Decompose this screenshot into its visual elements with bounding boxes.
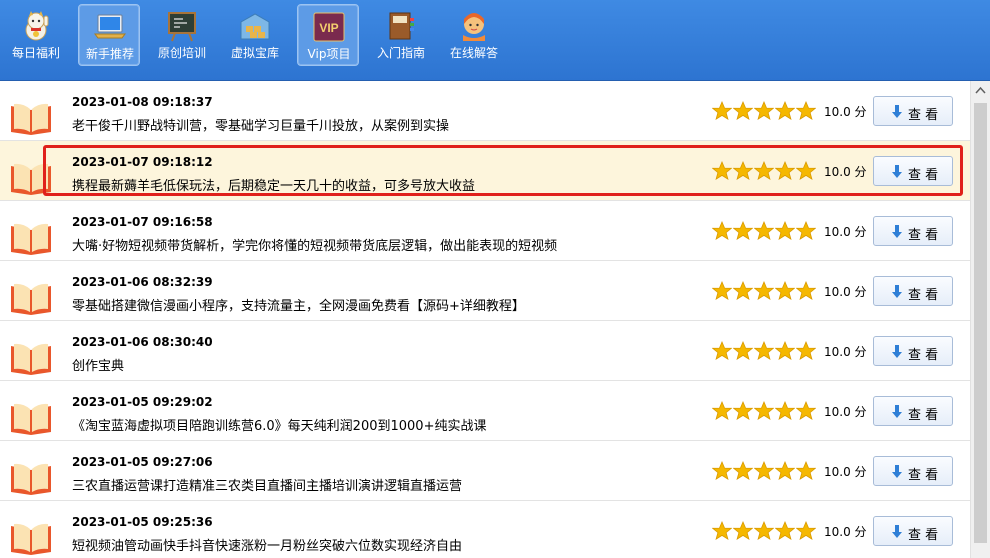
toolbar-item-label: 虚拟宝库 [230, 46, 279, 60]
download-arrow-icon [892, 285, 902, 298]
toolbar-item-vip-projects[interactable]: VIP Vip项目 [297, 4, 359, 66]
toolbar-item-label: 在线解答 [449, 46, 498, 60]
open-book-icon [11, 343, 51, 375]
item-title[interactable]: 短视频油管动画快手抖音快速涨粉一月粉丝突破六位数实现经济自由 [72, 535, 462, 554]
item-date: 2023-01-05 09:27:06 [72, 455, 213, 469]
toolbar-item-original-training[interactable]: 原创培训 [151, 4, 213, 66]
toolbar-item-beginner-recommend[interactable]: 新手推荐 [78, 4, 140, 66]
vip-icon: VIP [313, 12, 345, 42]
download-arrow-icon [892, 405, 902, 418]
item-title[interactable]: 三农直播运营课打造精准三农类目直播间主播培训演讲逻辑直播运营 [72, 475, 462, 494]
rating-stars [712, 461, 816, 480]
list-item[interactable]: 2023-01-07 09:16:58 大嘴·好物短视频带货解析，学完你将懂的短… [0, 201, 970, 261]
view-button-label: 查 看 [908, 288, 939, 303]
view-button[interactable]: 查 看 [873, 336, 953, 366]
toolbar-item-daily-welfare[interactable]: 每日福利 [5, 4, 67, 66]
download-arrow-icon [892, 525, 902, 538]
view-button-label: 查 看 [908, 468, 939, 483]
list-item[interactable]: 2023-01-06 08:30:40 创作宝典 10.0 分 查 看 [0, 321, 970, 381]
support-agent-icon [463, 13, 485, 41]
view-button-label: 查 看 [908, 108, 939, 123]
open-book-icon [11, 283, 51, 315]
rating-score: 10.0 分 [824, 465, 867, 479]
warehouse-icon [240, 13, 270, 40]
item-title[interactable]: 大嘴·好物短视频带货解析，学完你将懂的短视频带货底层逻辑，做出能表现的短视频 [72, 235, 557, 254]
scroll-up-arrow-icon[interactable] [971, 81, 990, 101]
rating-stars [712, 341, 816, 360]
list-item[interactable]: 2023-01-05 09:29:02 《淘宝蓝海虚拟项目陪跑训练营6.0》每天… [0, 381, 970, 441]
toolbar-item-label: Vip项目 [307, 47, 351, 61]
item-date: 2023-01-06 08:30:40 [72, 335, 213, 349]
item-date: 2023-01-06 08:32:39 [72, 275, 213, 289]
resource-list: 2023-01-08 09:18:37 老干俊千川野战特训营，零基础学习巨量千川… [0, 81, 970, 558]
rating-stars [712, 221, 816, 240]
rating-stars [712, 281, 816, 300]
view-button-label: 查 看 [908, 528, 939, 543]
item-title[interactable]: 老干俊千川野战特训营，零基础学习巨量千川投放，从案例到实操 [72, 115, 449, 134]
rating-score: 10.0 分 [824, 105, 867, 119]
rating-score: 10.0 分 [824, 225, 867, 239]
view-button[interactable]: 查 看 [873, 516, 953, 546]
item-date: 2023-01-05 09:25:36 [72, 515, 213, 529]
toolbar-item-virtual-treasury[interactable]: 虚拟宝库 [224, 4, 286, 66]
item-date: 2023-01-05 09:29:02 [72, 395, 213, 409]
toolbar-item-online-help[interactable]: 在线解答 [443, 4, 505, 66]
item-title[interactable]: 《淘宝蓝海虚拟项目陪跑训练营6.0》每天纯利润200到1000+纯实战课 [72, 415, 486, 434]
download-arrow-icon [892, 225, 902, 238]
download-arrow-icon [892, 105, 902, 118]
toolbar-item-label: 新手推荐 [85, 47, 134, 61]
item-date: 2023-01-07 09:16:58 [72, 215, 213, 229]
toolbar-item-getting-started[interactable]: 入门指南 [370, 4, 432, 66]
toolbar-item-label: 原创培训 [157, 46, 206, 60]
list-item[interactable]: 2023-01-07 09:18:12 携程最新薅羊毛低保玩法，后期稳定一天几十… [0, 141, 970, 201]
rating-stars [712, 101, 816, 120]
rating-stars [712, 521, 816, 540]
view-button-label: 查 看 [908, 168, 939, 183]
rating-score: 10.0 分 [824, 165, 867, 179]
view-button[interactable]: 查 看 [873, 216, 953, 246]
top-toolbar: 每日福利 新手推荐 原创培训 虚拟宝库 VIP Vip项目 入门指南 在线解答 [0, 0, 990, 81]
item-title[interactable]: 创作宝典 [72, 355, 124, 374]
list-item[interactable]: 2023-01-06 08:32:39 零基础搭建微信漫画小程序，支持流量主，全… [0, 261, 970, 321]
rating-stars [712, 161, 816, 180]
open-book-icon [11, 103, 51, 135]
item-title[interactable]: 零基础搭建微信漫画小程序，支持流量主，全网漫画免费看【源码+详细教程】 [72, 295, 525, 314]
view-button[interactable]: 查 看 [873, 396, 953, 426]
view-button-label: 查 看 [908, 228, 939, 243]
rating-score: 10.0 分 [824, 405, 867, 419]
view-button[interactable]: 查 看 [873, 456, 953, 486]
view-button-label: 查 看 [908, 408, 939, 423]
open-book-icon [11, 463, 51, 495]
scrollbar-thumb[interactable] [974, 103, 987, 543]
view-button[interactable]: 查 看 [873, 276, 953, 306]
item-title[interactable]: 携程最新薅羊毛低保玩法，后期稳定一天几十的收益，可多号放大收益 [72, 175, 475, 194]
open-book-icon [11, 223, 51, 255]
rating-score: 10.0 分 [824, 525, 867, 539]
vertical-scrollbar[interactable] [970, 81, 990, 558]
open-book-icon [11, 163, 51, 195]
item-date: 2023-01-08 09:18:37 [72, 95, 213, 109]
blackboard-icon [168, 12, 196, 42]
rating-score: 10.0 分 [824, 285, 867, 299]
laptop-icon [94, 14, 126, 39]
view-button[interactable]: 查 看 [873, 156, 953, 186]
toolbar-item-label: 每日福利 [11, 46, 60, 60]
svg-text:VIP: VIP [319, 21, 338, 35]
download-arrow-icon [892, 345, 902, 358]
list-item[interactable]: 2023-01-05 09:25:36 短视频油管动画快手抖音快速涨粉一月粉丝突… [0, 501, 970, 558]
view-button[interactable]: 查 看 [873, 96, 953, 126]
books-icon [389, 12, 414, 40]
download-arrow-icon [892, 165, 902, 178]
toolbar-item-label: 入门指南 [376, 46, 425, 60]
download-arrow-icon [892, 465, 902, 478]
lucky-cat-icon [25, 11, 49, 41]
list-item[interactable]: 2023-01-08 09:18:37 老干俊千川野战特训营，零基础学习巨量千川… [0, 81, 970, 141]
rating-score: 10.0 分 [824, 345, 867, 359]
rating-stars [712, 401, 816, 420]
item-date: 2023-01-07 09:18:12 [72, 155, 213, 169]
open-book-icon [11, 523, 51, 555]
open-book-icon [11, 403, 51, 435]
view-button-label: 查 看 [908, 348, 939, 363]
list-item[interactable]: 2023-01-05 09:27:06 三农直播运营课打造精准三农类目直播间主播… [0, 441, 970, 501]
